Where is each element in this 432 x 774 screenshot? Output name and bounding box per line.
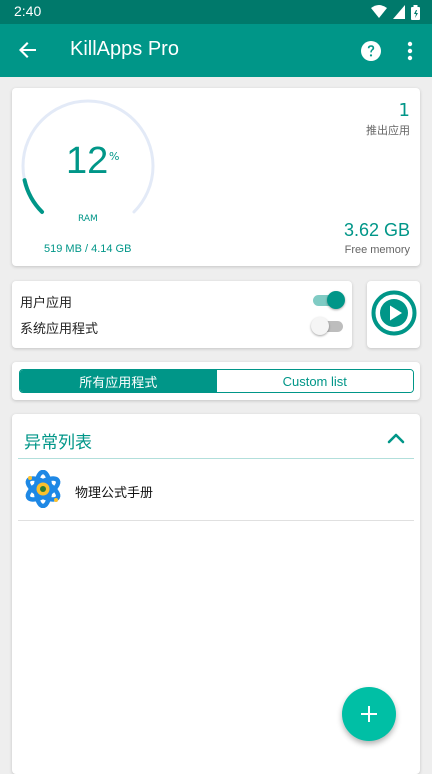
row-divider (18, 520, 414, 521)
help-circle-icon (361, 41, 381, 61)
back-button[interactable] (12, 34, 44, 66)
system-apps-switch[interactable] (311, 317, 345, 335)
status-icons (371, 4, 420, 20)
add-button[interactable] (342, 687, 396, 741)
app-name: 物理公式手册 (75, 486, 154, 501)
tab-custom-list[interactable]: Custom list (216, 370, 413, 392)
toggle-card: 用户应用 系统应用程式 (12, 281, 352, 348)
arrow-left-icon (19, 42, 36, 58)
ram-percent-sign: % (109, 150, 120, 163)
status-bar: 2:40 (0, 0, 432, 24)
list-item[interactable]: 物理公式手册 (18, 460, 414, 520)
segment-tabs: 所有应用程式 Custom list (19, 369, 414, 393)
app-title: KillApps Pro (70, 38, 179, 60)
free-memory-value: 3.62 GB (343, 220, 410, 240)
app-filter-segment: 所有应用程式 Custom list (12, 362, 420, 400)
ram-label: RAM (78, 214, 98, 224)
status-time: 2:40 (14, 3, 42, 19)
toggle-row-user-apps[interactable]: 用户应用 (20, 289, 345, 311)
ram-card: 12 % RAM 519 MB / 4.14 GB 1 推出应用 3.62 GB… (12, 88, 420, 266)
play-circle-icon[interactable] (371, 290, 417, 336)
list-header: 异常列表 (24, 433, 92, 453)
more-vert-icon (407, 41, 413, 61)
killed-label: 推出应用 (366, 124, 410, 137)
battery-icon (411, 4, 420, 20)
switch-thumb (311, 317, 329, 335)
toggle-label-system-apps: 系统应用程式 (20, 322, 99, 337)
killed-count: 1 (398, 100, 410, 121)
signal-icon (393, 5, 405, 19)
more-options-button[interactable] (398, 37, 422, 65)
toggle-row-system-apps[interactable]: 系统应用程式 (20, 315, 345, 337)
user-apps-switch[interactable] (311, 291, 345, 309)
plus-icon (361, 706, 377, 722)
list-divider (18, 458, 414, 459)
tab-all-apps[interactable]: 所有应用程式 (20, 370, 217, 392)
play-card (367, 281, 420, 348)
toggle-label-user-apps: 用户应用 (20, 296, 73, 311)
atom-icon (25, 470, 61, 508)
switch-thumb (327, 291, 345, 309)
ram-percent: 12 (66, 140, 109, 182)
help-button[interactable] (357, 37, 385, 65)
ram-usage: 519 MB / 4.14 GB (44, 243, 132, 255)
gauge-fill (22, 178, 45, 214)
app-bar: KillApps Pro (0, 24, 432, 77)
chevron-up-icon[interactable] (386, 429, 406, 449)
free-memory-label: Free memory (344, 244, 410, 256)
wifi-icon (371, 5, 387, 18)
